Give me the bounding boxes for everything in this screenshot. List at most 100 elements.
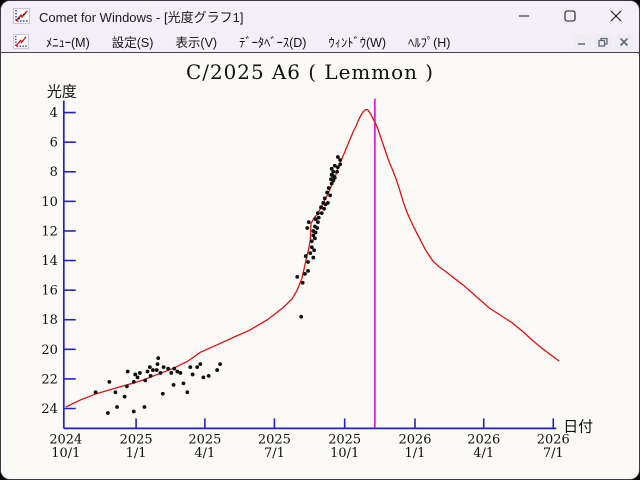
observation-point (338, 158, 342, 162)
menu-item-2[interactable]: 設定(S) (101, 31, 165, 52)
observation-point (305, 226, 309, 230)
menu-item-6[interactable]: ﾍﾙﾌﾟ(H) (397, 31, 461, 52)
observation-point (191, 373, 195, 377)
x-tick-label-year: 2025 (328, 432, 361, 447)
observation-point (182, 381, 186, 385)
observation-point (156, 362, 160, 366)
observation-point (311, 256, 315, 260)
mdi-close-button[interactable] (615, 34, 633, 50)
observation-point (185, 390, 189, 394)
observation-point (335, 170, 339, 174)
x-tick-label-year: 2025 (188, 432, 221, 447)
x-tick-label-year: 2026 (537, 432, 570, 447)
mdi-restore-button[interactable] (594, 34, 612, 50)
observation-point (136, 376, 140, 380)
observation-point (195, 365, 199, 369)
observation-point (151, 368, 155, 372)
y-tick-label: 6 (50, 136, 58, 151)
y-tick-label: 8 (50, 165, 58, 180)
observation-point (308, 251, 312, 255)
mdi-child-system-menu-icon[interactable] (13, 34, 29, 49)
x-tick-label-date: 1/1 (405, 446, 426, 461)
mdi-close-icon (619, 37, 629, 47)
mdi-minimize-icon (577, 37, 587, 47)
observation-point (307, 220, 311, 224)
app-window: Comet for Windows - [光度グラフ1] (0, 0, 640, 480)
maximize-icon (564, 10, 576, 22)
x-tick-label-date: 7/1 (264, 446, 285, 461)
x-tick-label-date: 4/1 (473, 446, 494, 461)
menu-item-1[interactable]: ﾒﾆｭｰ(M) (35, 31, 101, 52)
y-tick-label: 18 (41, 313, 57, 328)
y-tick-label: 22 (41, 372, 57, 387)
menu-item-3[interactable]: 表示(V) (164, 31, 228, 52)
x-tick-label-date: 10/1 (330, 446, 359, 461)
x-tick-label-year: 2026 (398, 432, 431, 447)
mdi-window-controls (573, 34, 633, 50)
observation-point (320, 211, 324, 215)
comet-lightcurve-chart-icon (13, 8, 30, 24)
close-icon (610, 10, 622, 22)
observation-point (313, 237, 317, 241)
chart-area: C/2025 A6 ( Lemmon )光度日付4681012141618202… (1, 54, 639, 479)
x-tick-label-date: 1/1 (126, 446, 147, 461)
menu-bar: ﾒﾆｭｰ(M)設定(S)表示(V)ﾃﾞｰﾀﾍﾞｰｽ(D)ｳｨﾝﾄﾞｳ(W)ﾍﾙﾌ… (1, 31, 639, 53)
observation-point (159, 371, 163, 375)
observation-point (198, 362, 202, 366)
x-tick-label-year: 2024 (49, 432, 82, 447)
observation-point (172, 367, 176, 371)
title-bar: Comet for Windows - [光度グラフ1] (1, 1, 639, 31)
observation-point (94, 390, 98, 394)
observation-point (304, 254, 308, 258)
x-tick-label-year: 2025 (120, 432, 153, 447)
menu-item-4[interactable]: ﾃﾞｰﾀﾍﾞｰｽ(D) (228, 31, 317, 52)
observation-point (201, 376, 205, 380)
menu-items: ﾒﾆｭｰ(M)設定(S)表示(V)ﾃﾞｰﾀﾍﾞｰｽ(D)ｳｨﾝﾄﾞｳ(W)ﾍﾙﾌ… (35, 31, 573, 52)
x-tick-label-date: 4/1 (194, 446, 215, 461)
observation-point (314, 231, 318, 235)
observation-point (299, 315, 303, 319)
maximize-button[interactable] (547, 1, 593, 31)
observation-point (115, 405, 119, 409)
y-tick-label: 16 (41, 284, 57, 299)
x-tick-label-date: 10/1 (51, 446, 80, 461)
observation-point (326, 201, 330, 205)
observation-point (172, 383, 176, 387)
observation-point (106, 411, 110, 415)
close-button[interactable] (593, 1, 639, 31)
x-tick-label-year: 2025 (258, 432, 291, 447)
observation-point (295, 275, 299, 279)
observation-point (166, 367, 170, 371)
minimize-button[interactable] (501, 1, 547, 31)
observation-point (132, 380, 136, 384)
observation-point (328, 194, 332, 198)
observation-point (218, 362, 222, 366)
menu-item-5[interactable]: ｳｨﾝﾄﾞｳ(W) (317, 31, 397, 52)
observation-point (333, 176, 337, 180)
minimize-icon (518, 10, 530, 22)
observation-point (310, 245, 314, 249)
observation-point (322, 207, 326, 211)
chart-title: C/2025 A6 ( Lemmon ) (186, 61, 434, 84)
observation-point (143, 405, 147, 409)
mdi-minimize-button[interactable] (573, 34, 591, 50)
observation-point (143, 379, 147, 383)
y-tick-label: 12 (41, 224, 57, 239)
observation-point (132, 410, 136, 414)
observation-point (327, 186, 331, 190)
observation-point (107, 380, 111, 384)
y-tick-label: 24 (41, 402, 57, 417)
y-tick-label: 20 (41, 343, 57, 358)
observation-point (336, 155, 340, 159)
observation-point (315, 226, 319, 230)
observation-point (126, 370, 130, 374)
observation-point (301, 281, 305, 285)
observation-point (169, 371, 173, 375)
observation-point (306, 260, 310, 264)
observation-point (156, 356, 160, 360)
observation-point (316, 211, 320, 215)
observation-point (325, 191, 329, 195)
observation-point (215, 368, 219, 372)
mdi-restore-icon (598, 37, 608, 47)
window-title: Comet for Windows - [光度グラフ1] (39, 7, 501, 26)
